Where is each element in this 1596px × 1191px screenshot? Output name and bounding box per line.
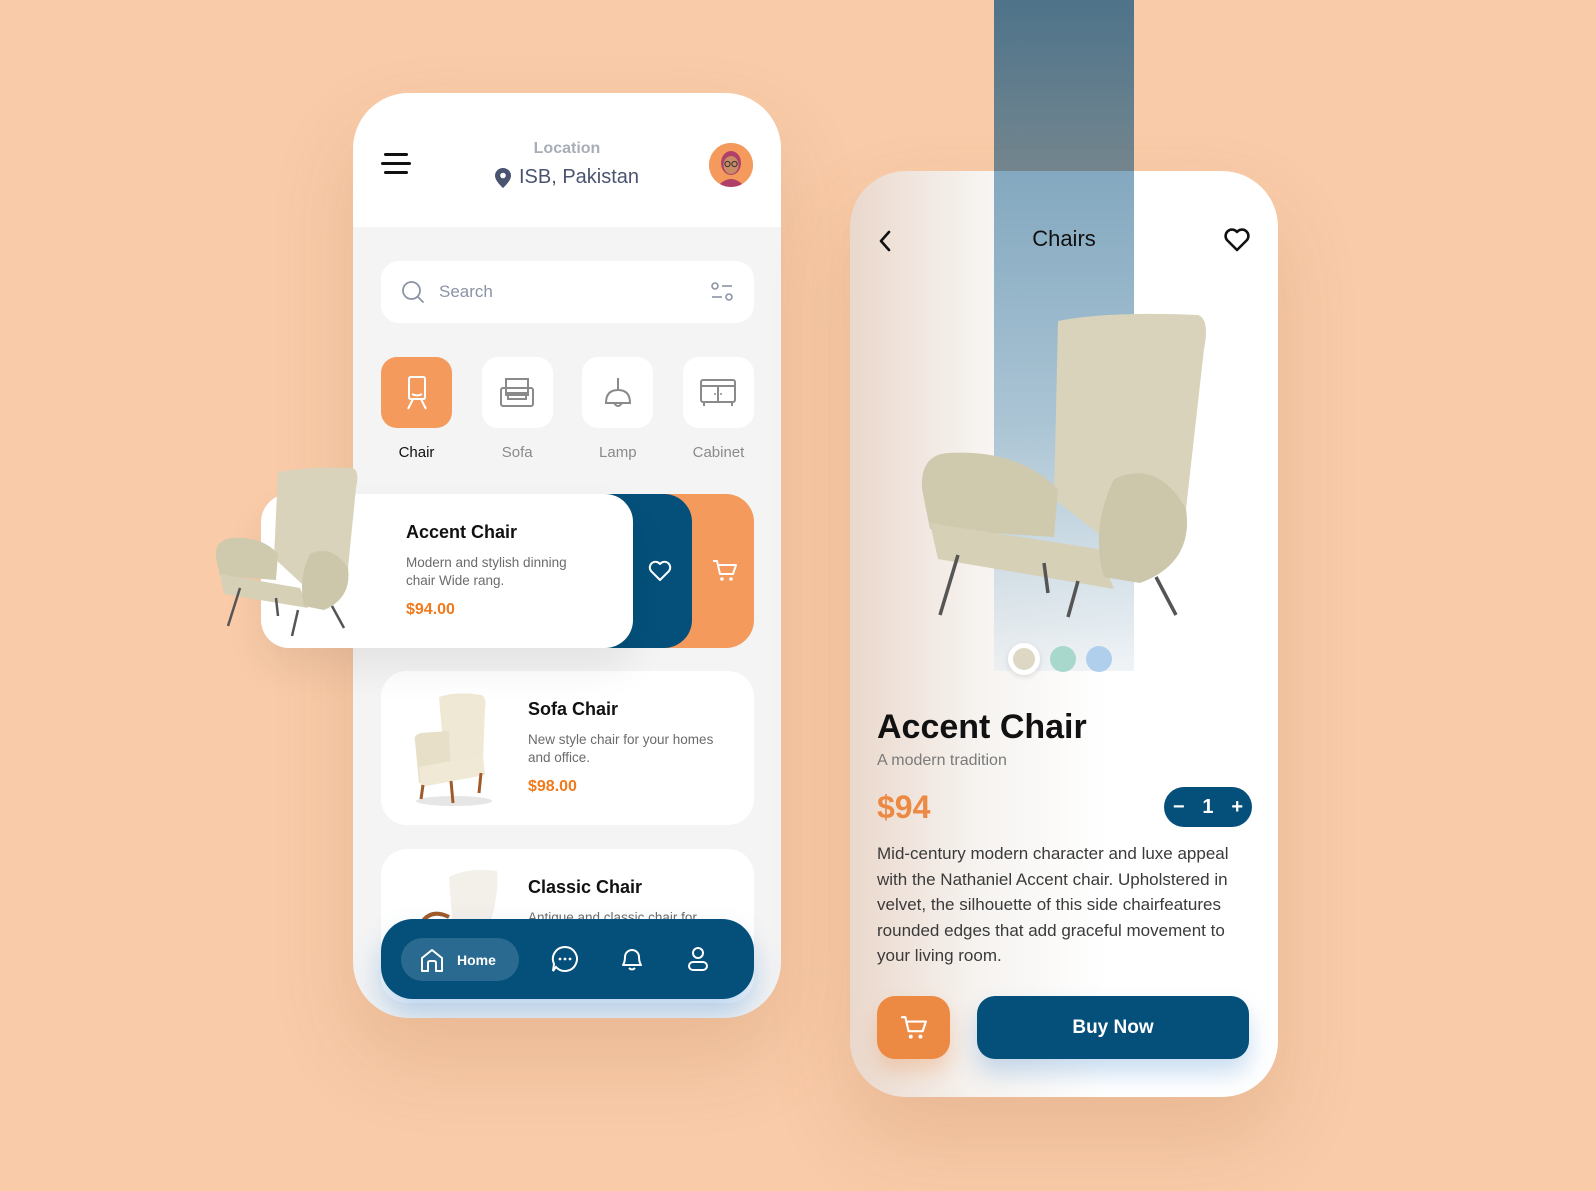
product-card-sofa-chair[interactable]: Sofa Chair New style chair for your home… xyxy=(381,671,754,825)
nav-home-label: Home xyxy=(457,951,496,968)
category-sofa[interactable]: Sofa xyxy=(481,357,553,461)
product-price: $94.00 xyxy=(406,601,455,618)
location-pin-icon xyxy=(494,167,511,188)
increase-button[interactable]: + xyxy=(1231,796,1243,819)
product-price: $98.00 xyxy=(528,778,577,795)
accent-chair-image xyxy=(215,467,358,637)
bottom-nav: Home xyxy=(381,919,754,999)
cabinet-icon xyxy=(700,378,737,406)
product-subtitle: A modern tradition xyxy=(877,752,1007,769)
color-options xyxy=(1008,643,1112,675)
color-swatch[interactable] xyxy=(1086,646,1112,672)
category-list: Chair Sofa Lamp Cabinet xyxy=(381,357,754,461)
product-detail-screen: Chairs Accent Chair A modern tradition $… xyxy=(850,171,1278,1097)
avatar[interactable] xyxy=(709,143,753,187)
product-description: Modern and stylish dinning chair Wide ra… xyxy=(406,555,567,588)
buy-now-button[interactable]: Buy Now xyxy=(977,996,1249,1059)
heart-icon xyxy=(648,560,672,581)
chat-icon[interactable] xyxy=(551,945,579,973)
search-bar[interactable]: Search xyxy=(381,261,754,323)
color-swatch[interactable] xyxy=(1050,646,1076,672)
sofa-icon xyxy=(500,377,535,407)
product-description: New style chair for your homes and offic… xyxy=(528,732,714,765)
category-chair[interactable]: Chair xyxy=(381,357,452,461)
product-name: Classic Chair xyxy=(528,877,643,897)
bell-icon[interactable] xyxy=(618,945,646,973)
sofa-chair-image xyxy=(414,693,492,806)
product-description: Mid-century modern character and luxe ap… xyxy=(877,844,1229,965)
product-name: Sofa Chair xyxy=(528,699,619,719)
page-title: Chairs xyxy=(1032,226,1096,251)
search-icon xyxy=(402,281,424,303)
product-price: $94 xyxy=(877,789,931,825)
favorite-icon[interactable] xyxy=(1223,227,1251,253)
home-header: Location ISB, Pakistan xyxy=(353,93,781,227)
category-cabinet[interactable]: Cabinet xyxy=(682,357,754,461)
add-to-cart-button[interactable] xyxy=(877,996,950,1059)
location-value: ISB, Pakistan xyxy=(518,166,640,188)
quantity-stepper: − 1 + xyxy=(1164,787,1252,827)
avatar-image xyxy=(709,143,753,187)
home-icon xyxy=(421,948,443,972)
nav-home[interactable]: Home xyxy=(401,938,519,981)
category-label: Lamp xyxy=(599,444,637,461)
cart-icon xyxy=(713,560,737,581)
product-name: Accent Chair xyxy=(877,708,1087,746)
product-image xyxy=(921,313,1206,618)
quantity-value: 1 xyxy=(1202,795,1214,818)
product-name: Accent Chair xyxy=(406,522,518,542)
cart-icon xyxy=(900,1015,927,1039)
lamp-icon xyxy=(604,377,631,407)
color-swatch-selected[interactable] xyxy=(1008,643,1040,675)
decrease-button[interactable]: − xyxy=(1173,796,1185,819)
background-stripe xyxy=(994,0,1134,200)
category-label: Sofa xyxy=(501,444,533,461)
filter-icon[interactable] xyxy=(710,281,734,303)
chair-icon xyxy=(406,375,427,409)
category-label: Cabinet xyxy=(692,444,745,461)
profile-icon[interactable] xyxy=(684,945,712,973)
category-lamp[interactable]: Lamp xyxy=(582,357,654,461)
search-input[interactable]: Search xyxy=(439,282,710,302)
category-label: Chair xyxy=(398,444,435,461)
